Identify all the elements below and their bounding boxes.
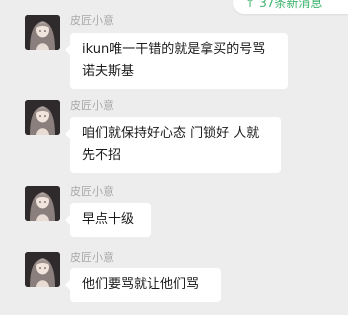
message-text-line: 诺夫斯基 [82,64,135,79]
avatar[interactable] [25,252,60,287]
anime-girl-avatar-icon [25,100,60,135]
message-text-line: 咱们就保持好心态 门锁好 人就 [82,126,260,141]
sender-name: 皮匠小意 [70,251,114,264]
up-arrow-icon: ↑ [245,0,256,10]
unread-messages-button[interactable]: ↑ 37条新消息 [233,0,348,14]
message-bubble[interactable]: 他们要骂就让他们骂 [65,268,221,302]
avatar[interactable] [25,100,60,135]
avatar[interactable] [25,15,60,50]
anime-girl-avatar-icon [25,15,60,50]
anime-girl-avatar-icon [25,186,60,221]
sender-name: 皮匠小意 [70,185,114,198]
avatar[interactable] [25,186,60,221]
anime-girl-avatar-icon [25,252,60,287]
message-text-line: 他们要骂就让他们骂 [82,277,200,292]
message-bubble[interactable]: 早点十级 [65,203,151,237]
message-text-line: ikun唯一干错的就是拿买的号骂 [82,42,266,57]
message-text-line: 先不招 [82,148,122,163]
unread-messages-label: 37条新消息 [259,0,323,10]
sender-name: 皮匠小意 [70,14,114,27]
message-bubble[interactable]: ikun唯一干错的就是拿买的号骂 诺夫斯基 [65,33,288,89]
message-text-line: 早点十级 [82,212,135,227]
message-bubble[interactable]: 咱们就保持好心态 门锁好 人就 先不招 [65,117,281,173]
sender-name: 皮匠小意 [70,99,114,112]
